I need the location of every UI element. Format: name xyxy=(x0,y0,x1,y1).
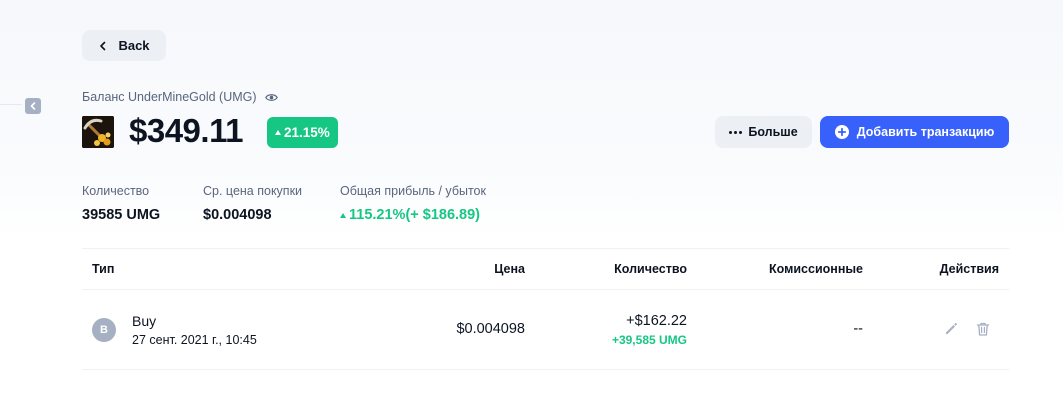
caret-up-icon xyxy=(275,130,281,135)
sidebar-toggle-button[interactable] xyxy=(25,98,41,114)
chevron-left-icon xyxy=(100,41,106,50)
plus-circle-icon xyxy=(834,125,849,139)
stat-profit-loss-value: 115.21%(+ $186.89) xyxy=(340,207,486,223)
transaction-fees: -- xyxy=(853,321,863,337)
column-header-quantity: Количество xyxy=(614,262,687,276)
stat-profit-loss: Общая прибыль / убыток 115.21%(+ $186.89… xyxy=(340,184,486,223)
stat-quantity-label: Количество xyxy=(82,184,150,198)
add-transaction-label: Добавить транзакцию xyxy=(856,125,995,139)
eye-icon[interactable] xyxy=(264,93,278,102)
stat-avg-price-value: $0.004098 xyxy=(203,207,272,223)
column-header-fees: Комиссионные xyxy=(769,262,863,276)
coin-logo xyxy=(82,116,114,148)
stat-quantity: Количество 39585 UMG xyxy=(82,184,160,223)
stat-profit-loss-text: 115.21%(+ $186.89) xyxy=(349,207,481,223)
table-row: B Buy 27 сент. 2021 г., 10:45 $0.004098 … xyxy=(82,290,1009,370)
balance-amount: $349.11 xyxy=(129,112,243,149)
column-header-actions: Действия xyxy=(939,262,999,276)
chevron-left-icon xyxy=(30,102,36,110)
transaction-price: $0.004098 xyxy=(456,321,525,337)
change-badge: 21.15% xyxy=(267,117,338,148)
edit-pencil-icon[interactable] xyxy=(943,321,959,337)
stat-quantity-value: 39585 UMG xyxy=(82,207,161,223)
transaction-type: Buy xyxy=(132,313,157,329)
transaction-date: 27 сент. 2021 г., 10:45 xyxy=(132,333,257,347)
sidebar-divider xyxy=(0,104,22,105)
more-button[interactable]: Больше xyxy=(715,116,812,148)
trash-icon[interactable] xyxy=(975,321,991,337)
add-transaction-button[interactable]: Добавить транзакцию xyxy=(820,116,1009,148)
transaction-quantity-coin: +39,585 UMG xyxy=(611,333,687,347)
stat-profit-loss-label: Общая прибыль / убыток xyxy=(340,184,486,198)
transactions-table: Тип Цена Количество Комиссионные Действи… xyxy=(82,248,1009,370)
stat-avg-price-label: Ср. цена покупки xyxy=(203,184,303,198)
back-label: Back xyxy=(118,38,150,53)
table-header: Тип Цена Количество Комиссионные Действи… xyxy=(82,249,1009,290)
more-label: Больше xyxy=(748,125,798,139)
more-dots-icon xyxy=(729,130,743,134)
balance-title: Баланс UnderMineGold (UMG) xyxy=(82,90,278,104)
stat-avg-price: Ср. цена покупки $0.004098 xyxy=(203,184,302,223)
change-value: 21.15% xyxy=(284,125,330,140)
column-header-type: Тип xyxy=(92,262,115,276)
caret-up-icon xyxy=(340,212,346,218)
balance-label-text: Баланс UnderMineGold (UMG) xyxy=(82,90,257,104)
column-header-price: Цена xyxy=(494,262,525,276)
transaction-quantity-usd: +$162.22 xyxy=(626,313,687,329)
back-button[interactable]: Back xyxy=(82,30,166,61)
transaction-type-badge: B xyxy=(92,318,116,342)
